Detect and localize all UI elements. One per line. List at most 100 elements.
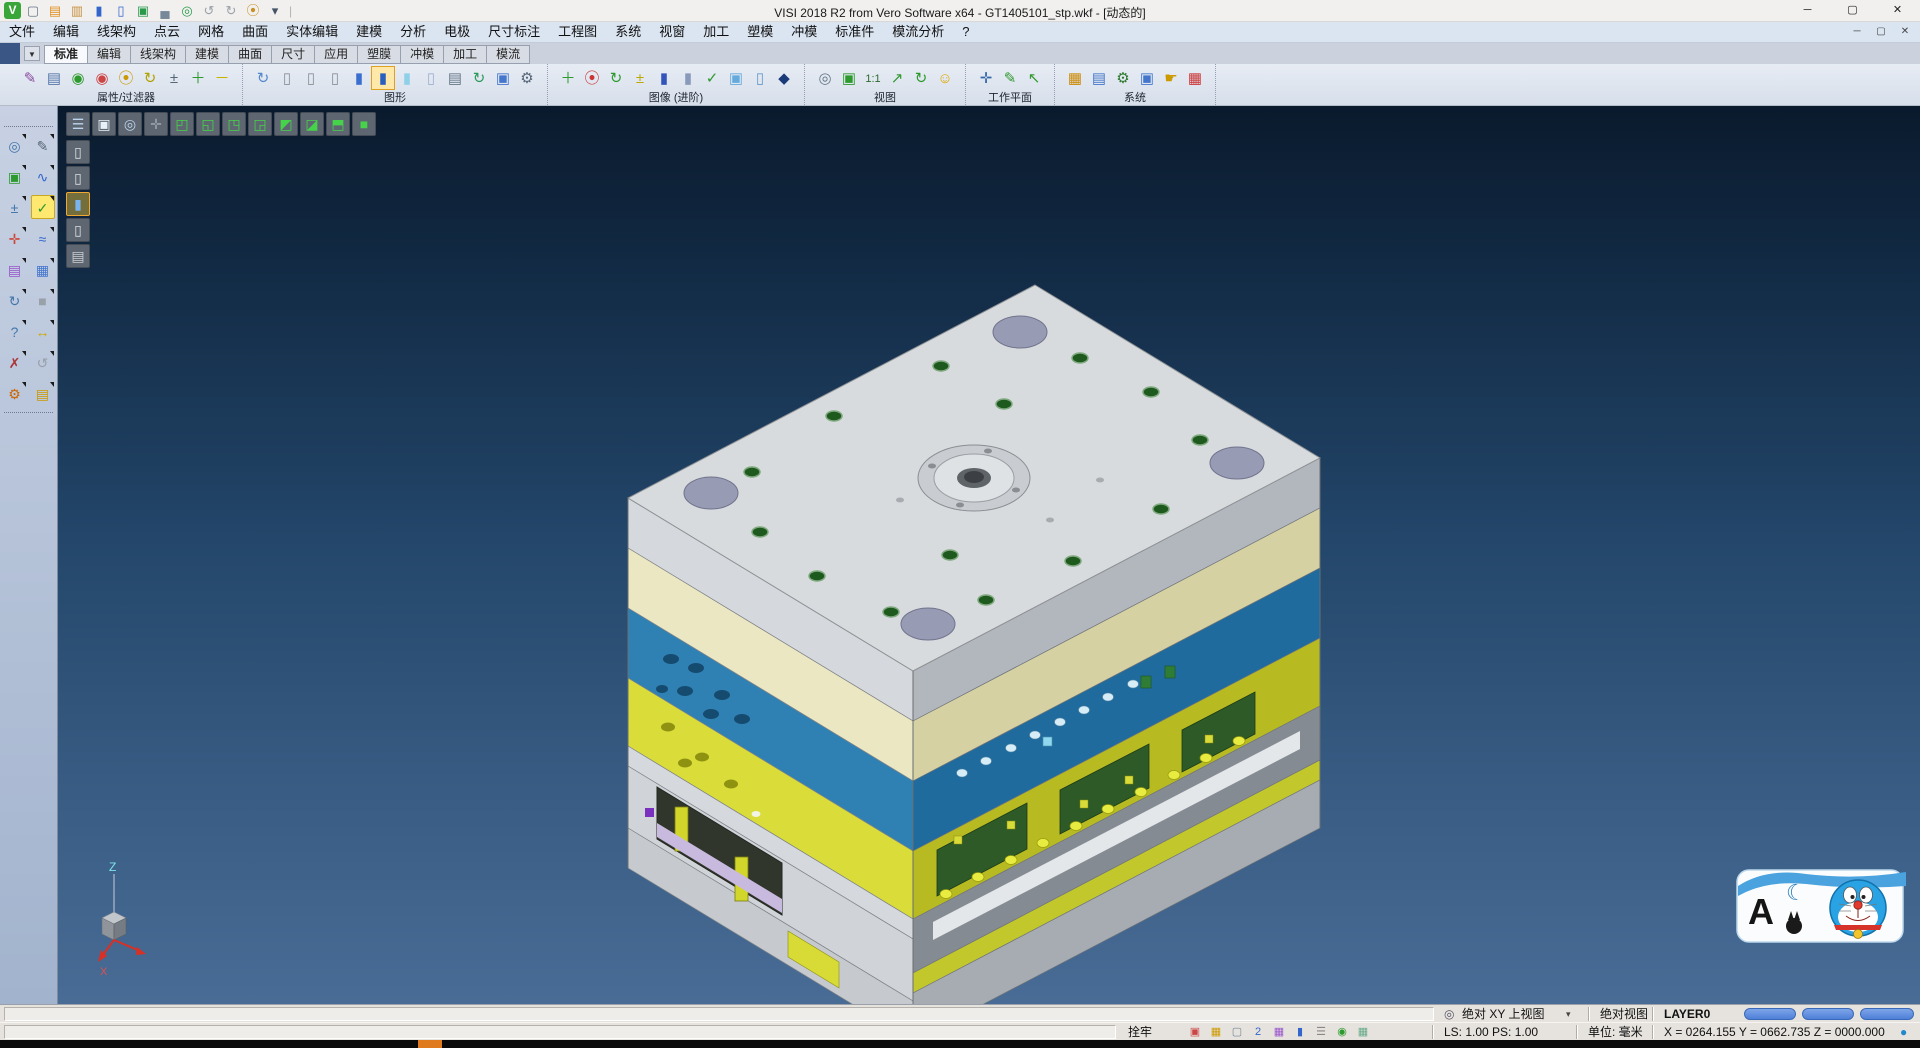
menu-item-20[interactable]: ? (953, 22, 978, 42)
chevron-down-icon[interactable]: ▾ (1566, 1007, 1571, 1021)
verify-solid-icon[interactable]: ✓ (700, 66, 724, 90)
workplane-edit-icon[interactable]: ✎ (998, 66, 1022, 90)
shaded-cylinder-icon[interactable]: ▮ (347, 66, 371, 90)
view-bottom-icon[interactable]: ◱ (196, 112, 220, 136)
hide-entities-icon[interactable]: ◉ (90, 66, 114, 90)
undo-gray-icon[interactable]: ↺ (31, 350, 55, 374)
mdi-restore-button[interactable]: ▢ (1872, 22, 1890, 42)
fit-white-icon[interactable]: ▣ (92, 112, 116, 136)
solids-trafficlight-icon[interactable]: ⦿ (580, 66, 604, 90)
tab-10[interactable]: 加工 (444, 45, 487, 64)
tab-6[interactable]: 尺寸 (272, 45, 315, 64)
add-to-filter-icon[interactable]: ＋ (186, 66, 210, 90)
sketch-curve-icon[interactable]: ∿ (31, 164, 55, 188)
workplane-axes-icon[interactable]: ✛ (974, 66, 998, 90)
menu-item-17[interactable]: 冲模 (782, 22, 826, 42)
menu-item-18[interactable]: 标准件 (826, 22, 883, 42)
menu-item-1[interactable]: 文件 (0, 22, 44, 42)
mold-model-3d[interactable] (58, 106, 1920, 1004)
menu-item-14[interactable]: 视窗 (650, 22, 694, 42)
view-front-icon[interactable]: ◳ (222, 112, 246, 136)
snap-mid-icon[interactable]: ▦ (1207, 1024, 1225, 1040)
menu-item-19[interactable]: 模流分析 (883, 22, 953, 42)
tab-dropdown-button[interactable]: ▼ (24, 46, 40, 61)
view-left-icon[interactable]: ◩ (274, 112, 298, 136)
mdi-minimize-button[interactable]: ─ (1848, 22, 1866, 42)
display-hatch-icon[interactable]: ▤ (66, 244, 90, 268)
hatched-cylinder-icon[interactable]: ▤ (443, 66, 467, 90)
solid-small-icon[interactable]: ▮ (1291, 1024, 1309, 1040)
zoom-preview-icon[interactable]: ◎ (3, 133, 27, 157)
solids-toggle-icon[interactable]: ± (628, 66, 652, 90)
shaded-cube-icon[interactable]: ■ (31, 288, 55, 312)
solid-box-icon[interactable]: ▣ (724, 66, 748, 90)
tab-4[interactable]: 建模 (186, 45, 229, 64)
view-right-icon[interactable]: ◪ (300, 112, 324, 136)
layer-indicator[interactable]: LAYER0 (1664, 1007, 1710, 1021)
display-hidden-icon[interactable]: ▯ (66, 166, 90, 190)
close-button[interactable]: ✕ (1875, 0, 1920, 21)
copy-attributes-icon[interactable]: ▤ (42, 66, 66, 90)
tab-8[interactable]: 塑膜 (358, 45, 401, 64)
regen-graphics-icon[interactable]: ↻ (251, 66, 275, 90)
tab-11[interactable]: 模流 (487, 45, 530, 64)
dashed-hidden-cylinder-icon[interactable]: ▯ (323, 66, 347, 90)
menu-item-13[interactable]: 系统 (606, 22, 650, 42)
view-top-icon[interactable]: ◰ (170, 112, 194, 136)
edit-erase-icon[interactable]: ✎ (31, 133, 55, 157)
tab-7[interactable]: 应用 (315, 45, 358, 64)
menu-item-12[interactable]: 工程图 (549, 22, 606, 42)
solids-new-icon[interactable]: ＋ (556, 66, 580, 90)
menu-item-10[interactable]: 电极 (435, 22, 479, 42)
hidden-lines-cylinder-icon[interactable]: ▯ (299, 66, 323, 90)
tab-9[interactable]: 冲模 (401, 45, 444, 64)
menu-item-15[interactable]: 加工 (694, 22, 738, 42)
help-icon[interactable]: ? (3, 319, 27, 343)
view-face-icon[interactable]: ☺ (933, 66, 957, 90)
help-context-icon[interactable]: 2 (1249, 1024, 1267, 1040)
solids-regen-icon[interactable]: ↻ (604, 66, 628, 90)
minimize-button[interactable]: ─ (1785, 0, 1830, 21)
zoom-1-1-icon[interactable]: 1:1 (861, 66, 885, 90)
show-entities-icon[interactable]: ◉ (66, 66, 90, 90)
fit-view-icon[interactable]: ▣ (3, 164, 27, 188)
snap-box-icon[interactable]: ▢ (1228, 1024, 1246, 1040)
toolwheel-icon[interactable]: ⚙ (3, 381, 27, 405)
striped-cylinder-icon[interactable]: ▮ (652, 66, 676, 90)
view-iso-icon[interactable]: ⬒ (326, 112, 350, 136)
window-config-icon[interactable]: ▣ (1135, 66, 1159, 90)
image-settings-icon[interactable]: ▤ (1087, 66, 1111, 90)
flat-shaded-cylinder-icon[interactable]: ▯ (419, 66, 443, 90)
menu-item-4[interactable]: 点云 (145, 22, 189, 42)
translucent-cylinder-icon[interactable]: ▮ (395, 66, 419, 90)
grid-small-icon[interactable]: ▦ (1354, 1024, 1372, 1040)
graphics-options-icon[interactable]: ⚙ (515, 66, 539, 90)
rotate-view-icon[interactable]: ↻ (909, 66, 933, 90)
zoom-select-icon[interactable]: ◎ (1444, 1007, 1454, 1021)
view-back-icon[interactable]: ◲ (248, 112, 272, 136)
tab-3[interactable]: 线架构 (131, 45, 186, 64)
workplane-triad-icon[interactable]: ✛ (3, 226, 27, 250)
grid-window-icon[interactable]: ▦ (31, 257, 55, 281)
refresh-visibility-icon[interactable]: ↻ (138, 66, 162, 90)
menu-item-9[interactable]: 分析 (391, 22, 435, 42)
absolute-view-label[interactable]: 绝对视图 (1600, 1007, 1648, 1021)
palette-small-icon[interactable]: ▦ (1270, 1024, 1288, 1040)
lock-toggle[interactable]: 拴牢 (1128, 1025, 1152, 1039)
display-flat-icon[interactable]: ▯ (66, 218, 90, 242)
layers-list-icon[interactable]: ☰ (66, 112, 90, 136)
display-wire-icon[interactable]: ▯ (66, 140, 90, 164)
copy-shading-icon[interactable]: ▣ (491, 66, 515, 90)
list-small-icon[interactable]: ☰ (1312, 1024, 1330, 1040)
save-open-icon[interactable]: ▤ (31, 381, 55, 405)
mesh-display-icon[interactable]: ▦ (1183, 66, 1207, 90)
zoom-in-out-icon[interactable]: ◎ (813, 66, 837, 90)
orbit-small-icon[interactable]: ◉ (1333, 1024, 1351, 1040)
snap-end-icon[interactable]: ▣ (1186, 1024, 1204, 1040)
display-shaded-icon[interactable]: ▮ (66, 192, 90, 216)
menu-item-8[interactable]: 建模 (347, 22, 391, 42)
3d-viewport[interactable]: ☰▣◎✛◰◱◳◲◩◪⬒■ ▯▯▮▯▤ Z X A ☾ (58, 106, 1920, 1004)
menu-item-5[interactable]: 网格 (189, 22, 233, 42)
view-mode-dropdown[interactable]: 绝对 XY 上视图 (1462, 1007, 1544, 1021)
spline-edit-icon[interactable]: ≈ (31, 226, 55, 250)
